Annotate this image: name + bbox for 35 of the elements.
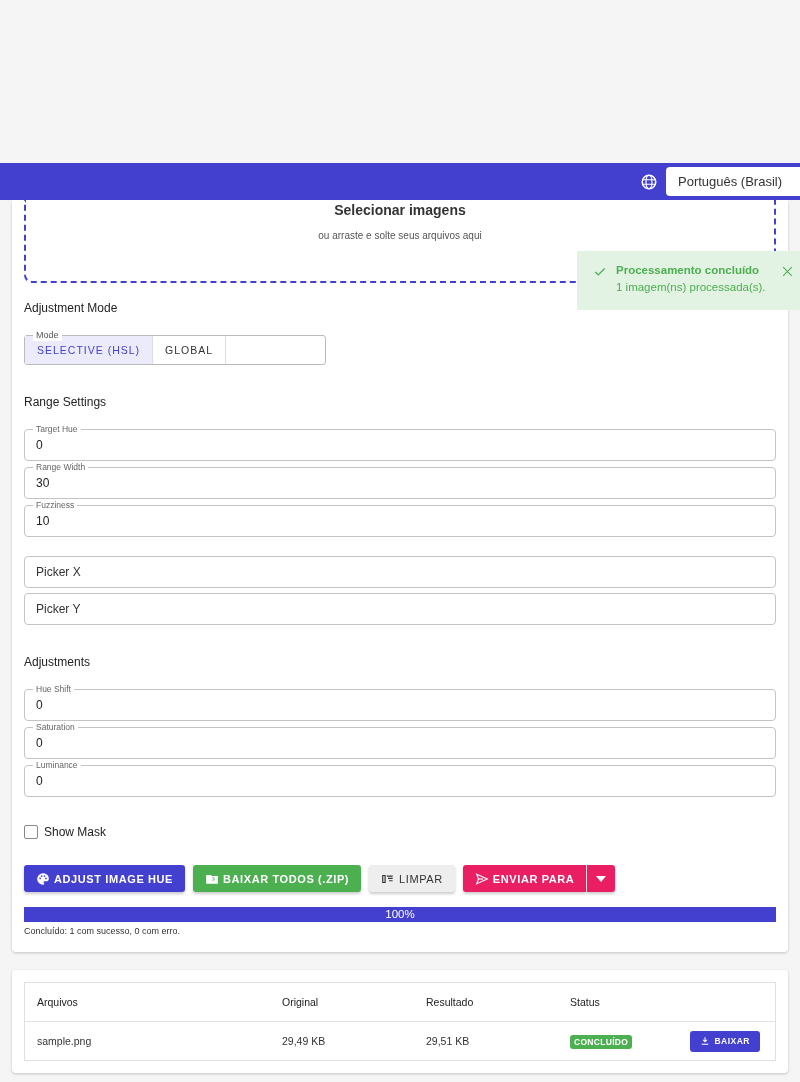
section-heading: Range Settings: [24, 395, 108, 409]
palette-icon: [36, 871, 50, 886]
checkbox[interactable]: [24, 825, 38, 839]
send-icon: [474, 871, 489, 886]
input-field[interactable]: Picker X: [24, 556, 776, 588]
checkbox-label: Show Mask: [44, 825, 107, 839]
toast-title: Processamento concluído: [616, 264, 761, 276]
download-icon: [700, 1036, 711, 1046]
clear-button[interactable]: LIMPAR: [369, 865, 455, 892]
section-heading: Adjustment Mode: [24, 301, 119, 315]
progress-reading: 100%: [385, 907, 415, 922]
input-field[interactable]: Picker Y: [24, 593, 776, 625]
adjust-button[interactable]: ADJUST IMAGE HUE: [24, 865, 185, 892]
download-button[interactable]: BAIXAR: [690, 1030, 760, 1052]
globe-icon: [640, 172, 658, 191]
column-header: Original: [270, 982, 414, 1022]
column-header: Resultado: [414, 982, 558, 1022]
column-header: Arquivos: [24, 982, 270, 1022]
section-heading: Adjustments: [24, 655, 92, 669]
mode-label: Mode: [33, 329, 62, 341]
table-cell: 29,51 KB: [414, 1021, 558, 1061]
caret-icon: [596, 875, 607, 882]
status-badge: CONCLUÍDO: [570, 1035, 633, 1049]
dropzone-hint: ou arraste e solte seus arquivos aqui: [318, 230, 482, 241]
toast-message: 1 imagem(ns) processada(s).: [616, 281, 766, 293]
check-icon: [593, 265, 607, 279]
column-header: Status: [558, 982, 653, 1022]
send-to-button[interactable]: ENVIAR PARA: [462, 865, 587, 892]
dropzone-title: Selecionar imagens: [333, 201, 467, 218]
language-select[interactable]: Português (Brasil): [666, 167, 800, 196]
dropdown-button[interactable]: [587, 865, 616, 892]
table-cell: sample.png: [24, 1021, 270, 1061]
progress-summary: Concluído: 1 com sucesso, 0 com erro.: [24, 926, 182, 936]
close-icon[interactable]: [780, 265, 794, 278]
table-cell: 29,49 KB: [270, 1021, 414, 1061]
